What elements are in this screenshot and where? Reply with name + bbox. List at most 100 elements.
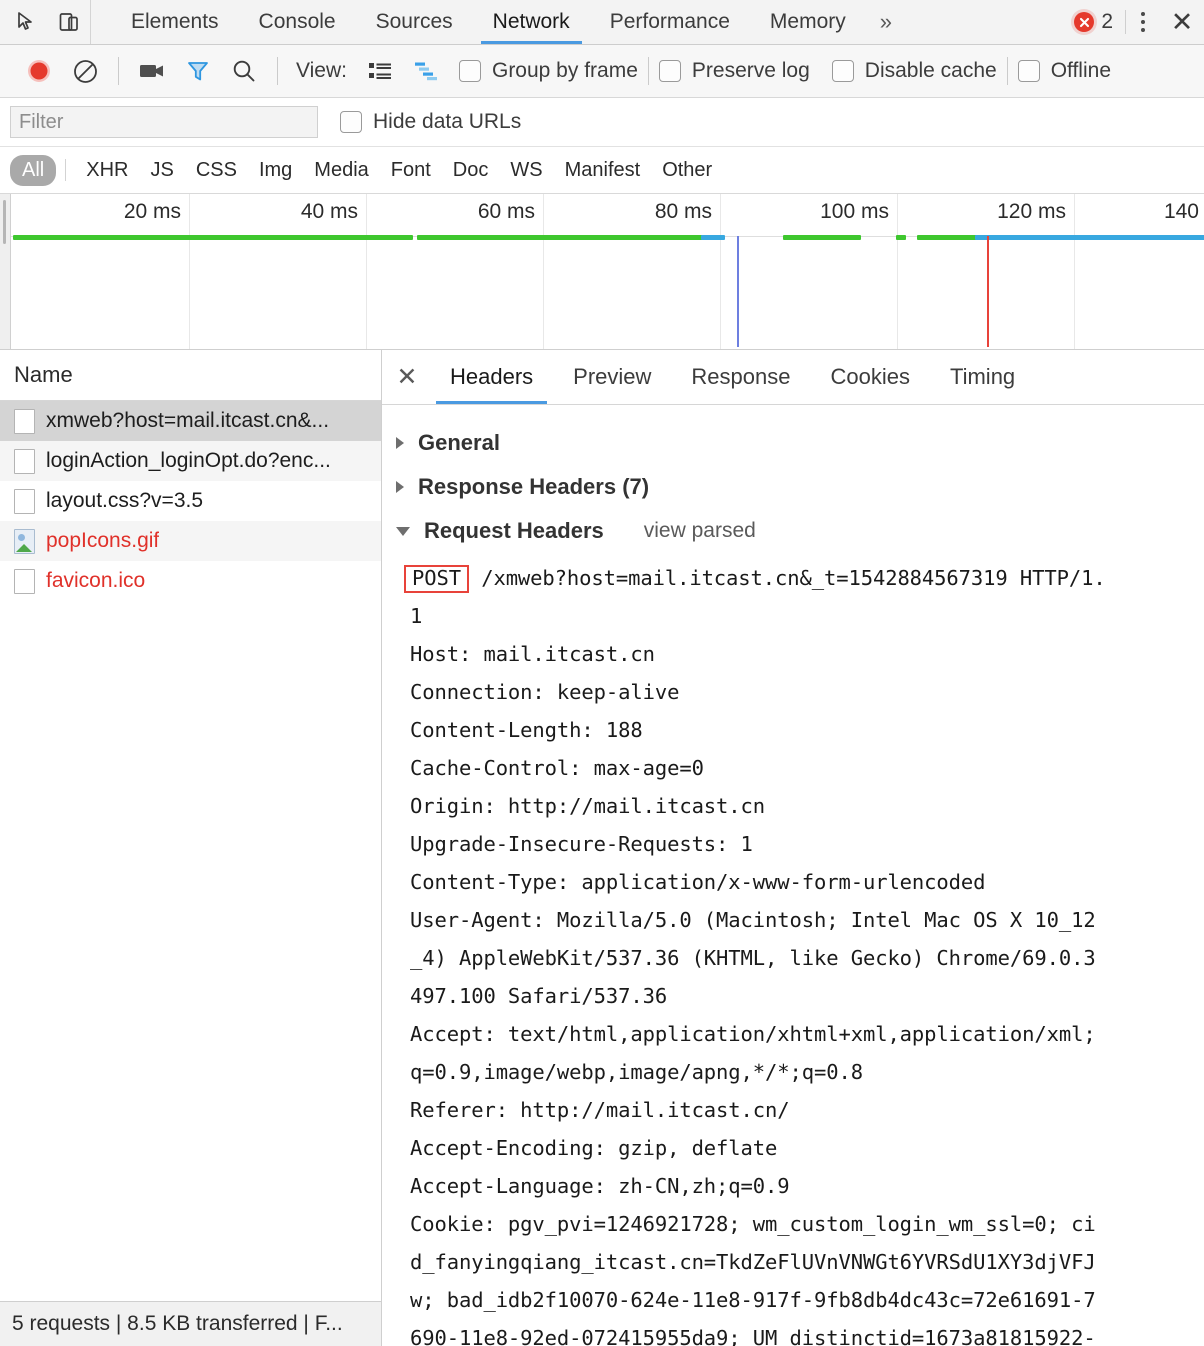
type-filter-css[interactable]: CSS — [185, 156, 248, 185]
type-filter-divider — [65, 159, 66, 181]
error-count-label: 2 — [1101, 10, 1113, 34]
preserve-log-checkbox[interactable]: Preserve log — [659, 59, 810, 83]
devtools-left-icons — [0, 0, 91, 44]
section-general[interactable]: General — [382, 421, 1204, 465]
group-by-frame-checkbox[interactable]: Group by frame — [459, 59, 638, 83]
request-row-layout-css[interactable]: layout.css?v=3.5 — [0, 481, 381, 521]
request-row-loginaction[interactable]: loginAction_loginOpt.do?enc... — [0, 441, 381, 481]
detail-tab-timing-label: Timing — [950, 364, 1015, 390]
detail-tab-cookies[interactable]: Cookies — [810, 350, 929, 404]
details-tab-bar: ✕ Headers Preview Response Cookies Timin… — [382, 350, 1204, 405]
offline-label: Offline — [1051, 59, 1111, 83]
inspect-element-icon[interactable] — [14, 9, 40, 35]
detail-tab-preview-label: Preview — [573, 364, 651, 390]
section-request-headers-label: Request Headers — [424, 518, 604, 544]
type-filter-media[interactable]: Media — [303, 156, 379, 185]
search-icon[interactable] — [221, 51, 267, 91]
type-filter-manifest[interactable]: Manifest — [554, 156, 652, 185]
overview-tick-100ms: 100 ms — [820, 200, 897, 224]
detail-tab-cookies-label: Cookies — [830, 364, 909, 390]
capture-screenshots-icon[interactable] — [129, 51, 175, 91]
more-tabs-icon[interactable]: » — [866, 0, 906, 44]
request-row-popicons-gif[interactable]: popIcons.gif — [0, 521, 381, 561]
group-by-frame-label: Group by frame — [492, 59, 638, 83]
chevron-right-icon — [396, 437, 404, 449]
detail-tab-response[interactable]: Response — [671, 350, 810, 404]
clear-button[interactable] — [62, 51, 108, 91]
list-view-icon[interactable] — [357, 51, 403, 91]
toolbar-divider — [277, 57, 278, 85]
request-name: popIcons.gif — [46, 529, 159, 553]
request-details-pane: ✕ Headers Preview Response Cookies Timin… — [382, 350, 1204, 1346]
load-event-marker — [987, 236, 989, 347]
filter-input[interactable] — [10, 106, 318, 138]
type-filter-other[interactable]: Other — [651, 156, 723, 185]
tab-elements[interactable]: Elements — [111, 0, 239, 44]
section-request-headers[interactable]: Request Headers view parsed — [382, 509, 1204, 553]
request-name: loginAction_loginOpt.do?enc... — [46, 449, 331, 473]
error-icon — [1074, 12, 1094, 32]
error-count-indicator[interactable]: 2 — [1070, 0, 1125, 44]
disable-cache-label: Disable cache — [865, 59, 997, 83]
type-filter-font[interactable]: Font — [380, 156, 442, 185]
type-filter-js[interactable]: JS — [139, 156, 184, 185]
section-response-headers-label: Response Headers (7) — [418, 474, 649, 500]
request-row-favicon-ico[interactable]: favicon.ico — [0, 561, 381, 601]
document-icon — [14, 449, 35, 474]
devtools-tabbar: Elements Console Sources Network Perform… — [0, 0, 1204, 45]
overview-bar-blue — [975, 235, 1204, 240]
device-toolbar-icon[interactable] — [56, 9, 82, 35]
hide-data-urls-checkbox[interactable]: Hide data URLs — [340, 110, 521, 134]
overview-drag-handle[interactable] — [0, 194, 11, 349]
checkbox-box — [1018, 60, 1040, 82]
raw-request-headers[interactable]: POST /xmweb?host=mail.itcast.cn&_t=15428… — [382, 553, 1204, 1346]
overview-tick-80ms: 80 ms — [655, 200, 720, 224]
close-devtools-icon[interactable]: ✕ — [1160, 0, 1204, 44]
type-filter-all[interactable]: All — [10, 155, 56, 186]
overview-tick-120ms: 120 ms — [997, 200, 1074, 224]
disable-cache-checkbox[interactable]: Disable cache — [832, 59, 997, 83]
devtools-menu-icon[interactable] — [1126, 0, 1160, 44]
tab-network[interactable]: Network — [473, 0, 590, 44]
detail-tab-preview[interactable]: Preview — [553, 350, 671, 404]
overview-bar-green — [13, 235, 413, 240]
view-label: View: — [296, 59, 347, 83]
document-icon — [14, 489, 35, 514]
request-list[interactable]: xmweb?host=mail.itcast.cn&... loginActio… — [0, 401, 381, 1301]
filter-icon[interactable] — [175, 51, 221, 91]
request-list-column-header[interactable]: Name — [0, 350, 381, 401]
type-filter-ws[interactable]: WS — [499, 156, 553, 185]
type-filter-img[interactable]: Img — [248, 156, 303, 185]
detail-tab-headers[interactable]: Headers — [430, 350, 553, 404]
toolbar-divider — [1007, 57, 1008, 85]
record-button[interactable] — [16, 51, 62, 91]
section-response-headers[interactable]: Response Headers (7) — [382, 465, 1204, 509]
view-parsed-link[interactable]: view parsed — [644, 519, 756, 543]
request-name: favicon.ico — [46, 569, 145, 593]
chevron-right-icon — [396, 481, 404, 493]
tab-performance[interactable]: Performance — [590, 0, 750, 44]
image-icon — [14, 529, 35, 554]
offline-checkbox[interactable]: Offline — [1018, 59, 1111, 83]
devtools-window: Elements Console Sources Network Perform… — [0, 0, 1204, 1346]
close-details-icon[interactable]: ✕ — [384, 350, 430, 404]
type-filter-doc[interactable]: Doc — [442, 156, 500, 185]
waterfall-view-icon[interactable] — [403, 51, 449, 91]
detail-tab-headers-label: Headers — [450, 364, 533, 390]
overview-tick-140ms: 140 — [1164, 200, 1204, 224]
tab-memory[interactable]: Memory — [750, 0, 866, 44]
detail-tab-timing[interactable]: Timing — [930, 350, 1035, 404]
request-row-xmweb[interactable]: xmweb?host=mail.itcast.cn&... — [0, 401, 381, 441]
tab-memory-label: Memory — [770, 10, 846, 34]
devtools-tab-list: Elements Console Sources Network Perform… — [91, 0, 1070, 44]
tab-sources[interactable]: Sources — [356, 0, 473, 44]
tab-console[interactable]: Console — [239, 0, 356, 44]
overview-body[interactable]: 20 ms 40 ms 60 ms 80 ms 100 ms 120 ms 14… — [11, 194, 1204, 349]
network-overview-timeline[interactable]: 20 ms 40 ms 60 ms 80 ms 100 ms 120 ms 14… — [0, 194, 1204, 350]
overview-bar-blue — [701, 235, 725, 240]
request-name: xmweb?host=mail.itcast.cn&... — [46, 409, 329, 433]
type-filter-xhr[interactable]: XHR — [75, 156, 139, 185]
checkbox-box — [459, 60, 481, 82]
checkbox-box — [340, 111, 362, 133]
detail-tab-response-label: Response — [691, 364, 790, 390]
